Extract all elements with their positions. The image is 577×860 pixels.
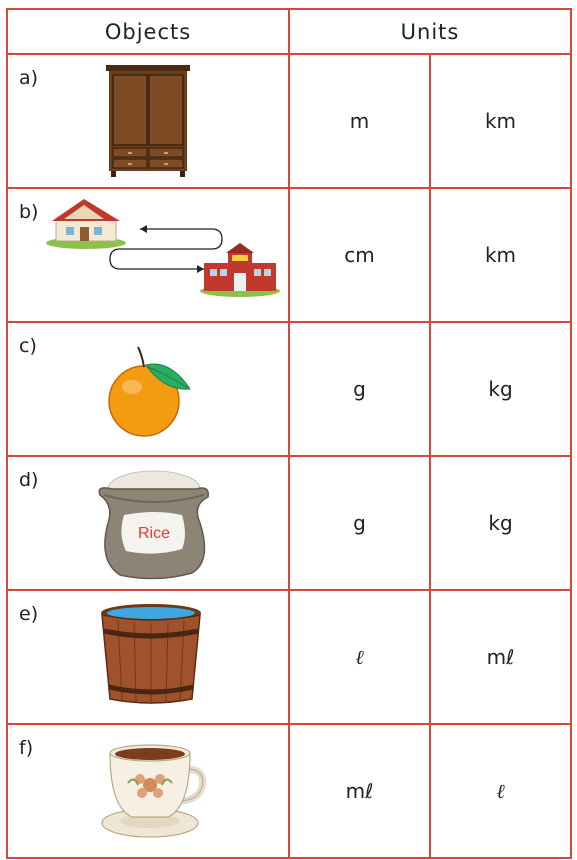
worksheet: Objects Units a) m km b) cm km c) g kg d…	[0, 0, 577, 860]
object-cell: e)	[6, 589, 290, 725]
unit-option[interactable]: cm	[288, 187, 431, 323]
object-cell: a)	[6, 53, 290, 189]
units-header: Units	[287, 8, 573, 55]
table-row: b) cm km	[6, 187, 573, 323]
unit-option[interactable]: kg	[428, 321, 573, 457]
table-row: d) Rice g kg	[6, 455, 573, 591]
unit-option[interactable]: g	[288, 455, 431, 591]
unit-option[interactable]: km	[428, 187, 573, 323]
unit-option[interactable]: g	[288, 321, 431, 457]
unit-option-label: mℓ	[345, 779, 374, 803]
row-letter: c)	[19, 335, 37, 357]
object-cell: d) Rice	[6, 455, 290, 591]
units-table: Objects Units a) m km b) cm km c) g kg d…	[6, 8, 573, 859]
table-row: f) mℓ ℓ	[6, 723, 573, 859]
header-row: Objects Units	[6, 8, 573, 55]
wardrobe-icon	[106, 65, 190, 177]
unit-option-label: mℓ	[486, 645, 515, 669]
unit-option[interactable]: km	[428, 53, 573, 189]
unit-option[interactable]: kg	[428, 455, 573, 591]
unit-option[interactable]: ℓ	[288, 589, 431, 725]
unit-option[interactable]: ℓ	[428, 723, 573, 859]
sack-label: Rice	[137, 525, 170, 542]
row-letter: b)	[19, 201, 39, 223]
object-cell: b)	[6, 187, 290, 323]
row-letter: e)	[19, 603, 39, 625]
unit-option[interactable]: mℓ	[428, 589, 573, 725]
orange-icon	[108, 346, 191, 437]
table-row: e) ℓ mℓ	[6, 589, 573, 725]
rice-sack-icon: Rice	[96, 465, 212, 583]
row-letter: d)	[19, 469, 39, 491]
objects-header: Objects	[6, 8, 290, 55]
wooden-bucket-icon	[101, 604, 201, 704]
object-cell: c)	[6, 321, 290, 457]
row-letter: a)	[19, 67, 39, 89]
table-row: c) g kg	[6, 321, 573, 457]
table-row: a) m km	[6, 53, 573, 189]
row-letter: f)	[19, 737, 34, 759]
house-to-school-route-icon	[46, 199, 280, 297]
teacup-icon	[101, 744, 207, 838]
unit-option[interactable]: m	[288, 53, 431, 189]
object-cell: f)	[6, 723, 290, 859]
unit-option[interactable]: mℓ	[288, 723, 431, 859]
